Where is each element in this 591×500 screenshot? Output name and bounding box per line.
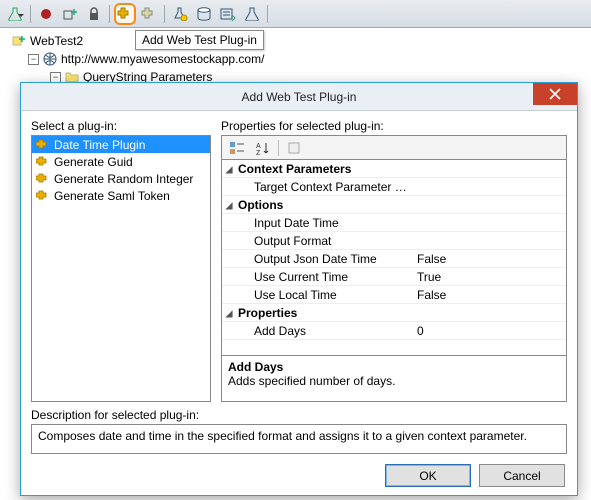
list-item-label: Generate Saml Token: [54, 189, 170, 203]
collapse-icon[interactable]: −: [28, 54, 39, 65]
property-name: Output Format: [236, 234, 411, 248]
properties-label: Properties for selected plug-in:: [221, 119, 567, 133]
tree-root-label: WebTest2: [30, 34, 83, 48]
collapse-icon[interactable]: −: [50, 72, 61, 83]
alphabetical-button[interactable]: AZ: [252, 138, 274, 158]
property-name: Use Current Time: [236, 270, 411, 284]
list-item-label: Generate Guid: [54, 155, 133, 169]
tree-root[interactable]: WebTest2: [12, 32, 585, 50]
property-category[interactable]: ◢Options: [222, 196, 566, 214]
list-item-label: Date Time Plugin: [54, 138, 145, 152]
plugin-list[interactable]: Date Time Plugin Generate Guid Generate Ra…: [31, 135, 211, 402]
property-row[interactable]: Target Context Parameter Nam: [222, 178, 566, 196]
plugin-icon: [36, 139, 50, 151]
cancel-button[interactable]: Cancel: [479, 464, 565, 487]
list-item[interactable]: Generate Random Integer: [32, 170, 210, 187]
add-request-plugin-button[interactable]: [138, 3, 160, 25]
parameterize-button[interactable]: [217, 3, 239, 25]
property-value[interactable]: False: [411, 288, 566, 302]
webtest-icon: [12, 34, 26, 48]
property-name: Use Local Time: [236, 288, 411, 302]
property-category[interactable]: ◢Context Parameters: [222, 160, 566, 178]
flask-dropdown-button[interactable]: [4, 3, 26, 25]
svg-text:Z: Z: [256, 150, 261, 155]
lock-button[interactable]: [83, 3, 105, 25]
property-row[interactable]: Output Format: [222, 232, 566, 250]
property-pages-button[interactable]: [283, 138, 305, 158]
property-value[interactable]: True: [411, 270, 566, 284]
set-credentials-button[interactable]: [169, 3, 191, 25]
tree-url-label: http://www.myawesomestockapp.com/: [61, 52, 264, 66]
property-category[interactable]: ◢Properties: [222, 304, 566, 322]
globe-icon: [43, 52, 57, 66]
toolbar-tooltip: Add Web Test Plug-in: [135, 30, 264, 50]
property-name: Target Context Parameter Nam: [236, 180, 411, 194]
property-row[interactable]: Output Json Date TimeFalse: [222, 250, 566, 268]
list-item[interactable]: Date Time Plugin: [32, 136, 210, 153]
list-item[interactable]: Generate Saml Token: [32, 187, 210, 204]
generate-code-button[interactable]: [241, 3, 263, 25]
property-row[interactable]: Add Days0: [222, 322, 566, 340]
property-value[interactable]: False: [411, 252, 566, 266]
add-datasource-button[interactable]: [193, 3, 215, 25]
collapse-icon[interactable]: ◢: [222, 198, 236, 212]
list-item-label: Generate Random Integer: [54, 172, 193, 186]
property-row[interactable]: Use Local TimeFalse: [222, 286, 566, 304]
property-name: Input Date Time: [236, 216, 411, 230]
add-recording-button[interactable]: [59, 3, 81, 25]
ok-button[interactable]: OK: [385, 464, 471, 487]
plugin-description-label: Description for selected plug-in:: [31, 408, 567, 422]
close-icon: [549, 88, 561, 100]
svg-text:A: A: [256, 143, 261, 150]
select-plugin-label: Select a plug-in:: [31, 119, 211, 133]
property-desc-title: Add Days: [228, 360, 560, 374]
add-web-test-plugin-button[interactable]: [114, 3, 136, 25]
collapse-icon[interactable]: ◢: [222, 162, 236, 176]
propertygrid-toolbar: AZ: [221, 135, 567, 159]
main-toolbar: [0, 0, 591, 28]
plugin-icon: [36, 190, 50, 202]
category-name: Options: [236, 198, 411, 212]
record-button[interactable]: [35, 3, 57, 25]
close-button[interactable]: [533, 83, 577, 105]
toolbar-separator: [164, 5, 165, 23]
toolbar-separator: [267, 5, 268, 23]
plugin-description-text: Composes date and time in the specified …: [38, 429, 527, 443]
category-name: Properties: [236, 306, 411, 320]
property-name: Add Days: [236, 324, 411, 338]
property-desc-text: Adds specified number of days.: [228, 374, 560, 388]
plugin-description-box: Composes date and time in the specified …: [31, 424, 567, 454]
list-item[interactable]: Generate Guid: [32, 153, 210, 170]
plugin-icon: [36, 173, 50, 185]
category-name: Context Parameters: [236, 162, 411, 176]
property-description-pane: Add Days Adds specified number of days.: [222, 355, 566, 401]
dialog-title: Add Web Test Plug-in: [242, 90, 357, 104]
toolbar-separator: [109, 5, 110, 23]
property-name: Output Json Date Time: [236, 252, 411, 266]
categorized-button[interactable]: [226, 138, 248, 158]
tree-url-node[interactable]: − http://www.myawesomestockapp.com/: [28, 50, 585, 68]
collapse-icon[interactable]: ◢: [222, 306, 236, 320]
webtest-tree: WebTest2 − http://www.myawesomestockapp.…: [0, 28, 591, 90]
property-grid[interactable]: ◢Context ParametersTarget Context Parame…: [222, 160, 566, 355]
dialog-titlebar[interactable]: Add Web Test Plug-in: [21, 83, 577, 111]
property-row[interactable]: Input Date Time: [222, 214, 566, 232]
property-value[interactable]: 0: [411, 324, 566, 338]
add-plugin-dialog: Add Web Test Plug-in Select a plug-in: D…: [20, 82, 578, 496]
plugin-icon: [36, 156, 50, 168]
toolbar-separator: [278, 140, 279, 156]
property-row[interactable]: Use Current TimeTrue: [222, 268, 566, 286]
toolbar-separator: [30, 5, 31, 23]
